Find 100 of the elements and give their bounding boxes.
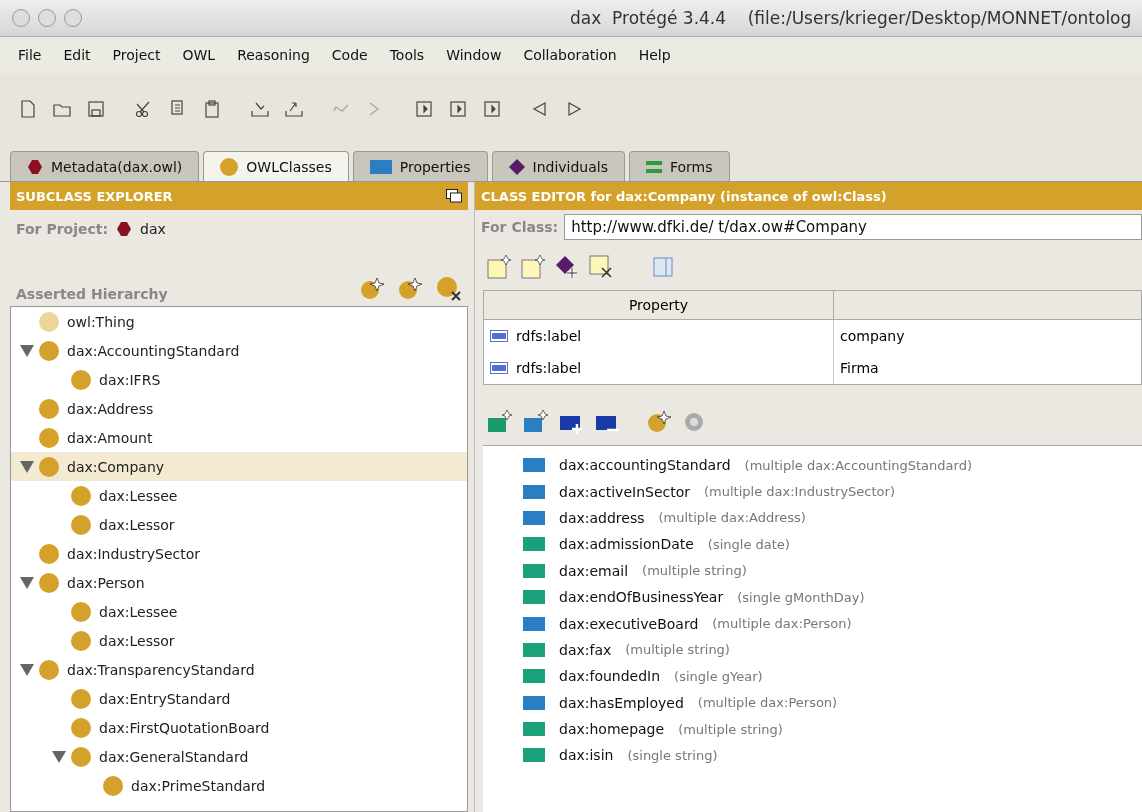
panel-title: CLASS EDITOR for dax:Company (instance of owl:Class) [481,188,887,204]
tree-node[interactable]: dax:PrimeStandard [11,771,467,800]
tree-node[interactable]: dax:IndustrySector [11,539,467,568]
class-name: dax:PrimeStandard [131,777,266,794]
class-icon [39,659,59,680]
add-restriction-icon[interactable] [647,409,673,435]
menu-item[interactable]: Tools [389,47,425,63]
property-range: (multiple string) [678,721,783,737]
property-name: dax:admissionDate [559,536,694,553]
add-note-icon[interactable] [487,255,511,279]
expand-triangle-icon[interactable] [20,663,34,676]
class-icon [39,543,59,564]
export-icon[interactable] [284,99,304,119]
menu-item[interactable]: Project [112,47,161,63]
class-uri-field[interactable]: http://www.dfki.de/ t/dax.ow#Company [564,214,1142,240]
menu-item[interactable]: OWL [182,47,216,63]
tab[interactable]: Individuals [491,151,625,181]
property-row[interactable]: dax:homepage (multiple string) [483,715,1142,743]
add-subclass-icon[interactable] [360,276,386,302]
class-name: dax:Company [67,458,165,475]
add-individual-icon[interactable] [555,255,579,279]
tree-node[interactable]: dax:IFRS [11,365,467,394]
tree-node[interactable]: dax:Lessee [11,597,467,626]
class-name: dax:Lessor [99,632,175,649]
menu-item[interactable]: Window [446,47,502,63]
property-name: dax:fax [559,641,612,658]
tree-node[interactable]: dax:Lessee [11,481,467,510]
new-file-icon[interactable] [18,99,38,119]
property-row[interactable]: dax:foundedIn (single gYear) [483,663,1142,690]
property-row[interactable]: dax:accountingStandard (multiple dax:AccountingStandard) [483,452,1142,479]
tab-label: Metadata(dax.owl) [51,158,183,175]
hierarchy-label: Asserted Hierarchy [16,286,168,302]
tab-label: Individuals [532,158,608,175]
menu-item[interactable]: Help [638,47,671,63]
property-name: dax:address [559,509,645,526]
class-icon [71,369,91,390]
project-name: dax [140,221,166,237]
expand-triangle-icon[interactable] [52,750,66,763]
tab-label: Forms [670,158,713,175]
tab[interactable]: Properties [352,151,488,181]
property-row[interactable]: dax:email (multiple string) [483,557,1142,584]
tree-node[interactable]: dax:TransparencyStandard [11,655,467,684]
form-icon [646,159,662,174]
tab[interactable]: Forms [629,151,730,181]
property-range: (multiple dax:Person) [712,616,852,632]
tab[interactable]: OWLClasses [203,151,349,181]
property-range: (single date) [707,536,790,552]
property-name: dax:hasEmployed [559,694,684,711]
table-cell-text: company [839,327,906,346]
tab[interactable]: Metadata(dax.owl) [10,151,200,181]
tree-node[interactable]: dax:Lessor [11,626,467,655]
expand-triangle-icon[interactable] [20,460,34,473]
property-range: (multiple string) [642,563,747,579]
class-icon [39,311,59,332]
tree-node[interactable]: dax:FirstQuotationBoard [11,713,467,742]
paste-icon[interactable] [202,99,222,119]
save-icon[interactable] [86,99,106,119]
property-name: dax:isin [559,747,614,764]
menu-item[interactable]: Code [331,47,368,63]
class-name: dax:Lessee [99,487,178,504]
tree-node[interactable]: dax:Person [11,568,467,597]
tree-node[interactable]: dax:Lessor [11,510,467,539]
windows-icon[interactable] [446,189,462,203]
property-row[interactable]: dax:isin (single string) [483,742,1142,769]
property-row[interactable]: dax:executiveBoard (multiple dax:Person) [483,610,1142,637]
property-row[interactable]: dax:admissionDate (single date) [483,531,1142,558]
tree-node[interactable]: dax:AccountingStandard [11,336,467,365]
remove-note-icon[interactable] [589,255,613,279]
class-icon [39,572,59,593]
tree-node[interactable]: dax:Address [11,394,467,423]
expand-triangle-icon[interactable] [20,344,34,357]
tree-node[interactable]: dax:GeneralStandard [11,742,467,771]
menu-item[interactable]: File [18,47,42,63]
tree-node[interactable]: dax:EntryStandard [11,684,467,713]
tree-node[interactable]: dax:Amount [11,423,467,452]
expand-triangle-icon[interactable] [20,576,34,589]
menu-item[interactable]: Collaboration [523,47,617,63]
add-document-icon[interactable] [521,255,545,279]
property-range: (single string) [627,748,718,763]
menu-item[interactable]: Reasoning [237,47,310,63]
project-label: For Project: [16,221,109,237]
property-row[interactable]: dax:hasEmployed (multiple dax:Person) [483,689,1142,716]
add-datatype-property-icon[interactable] [487,410,513,434]
property-range: (multiple dax:Address) [658,510,806,526]
property-row[interactable]: dax:fax (multiple string) [483,636,1142,664]
class-name: dax:Lessee [99,603,178,620]
add-object-property-icon[interactable] [523,410,549,434]
delete-class-icon[interactable] [436,276,462,302]
tree-node[interactable]: owl:Thing [11,307,467,336]
property-name: dax:homepage [559,721,665,738]
class-name: dax:TransparencyStandard [67,661,255,678]
tab-label: OWLClasses [246,158,332,175]
property-row[interactable]: dax:activeInSector (multiple dax:IndustrySector) [483,478,1142,505]
property-row[interactable]: dax:endOfBusinessYear (single gMonthDay) [483,583,1142,611]
class-icon [103,775,123,796]
property-icon [490,330,508,342]
tree-node[interactable]: dax:Company [11,452,467,481]
add-sibling-icon[interactable] [398,276,424,302]
menu-item[interactable]: Edit [63,47,91,63]
property-row[interactable]: dax:address (multiple dax:Address) [483,504,1142,532]
